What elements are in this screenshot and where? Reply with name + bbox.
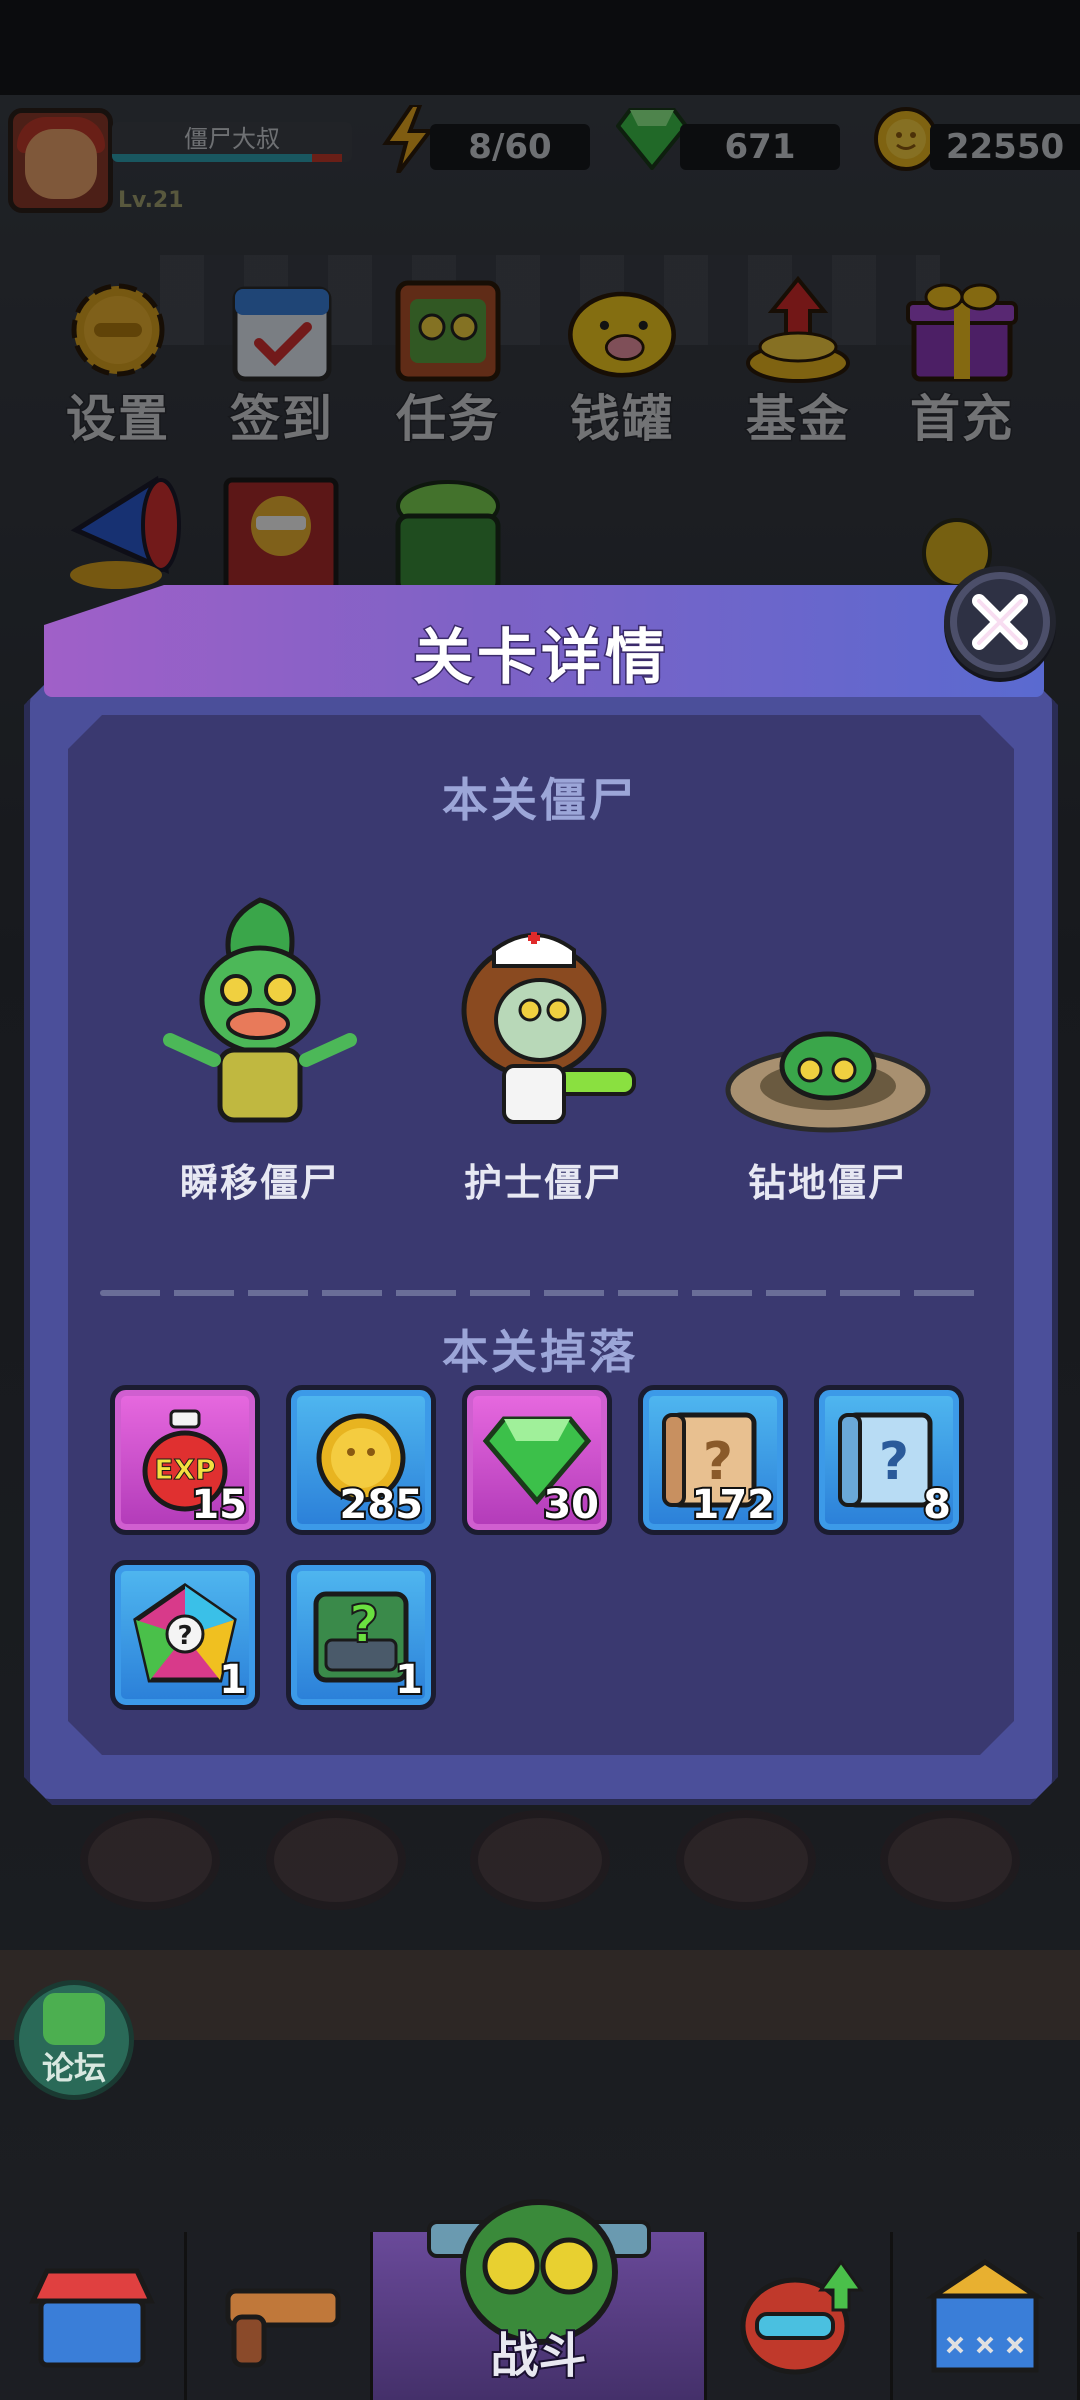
game-screen: 僵尸大叔 Lv.21 8/60 671 22550 设置 签到 任务 钱罐 基金… xyxy=(0,0,1080,2400)
forum-label: 论坛 xyxy=(41,2049,106,2087)
turret-slot xyxy=(470,1810,610,1910)
hero-upgrade-icon xyxy=(740,2259,864,2375)
svg-text:?: ? xyxy=(177,1621,192,1651)
dialog-title: 关卡详情 xyxy=(412,622,669,695)
turret-slot xyxy=(676,1810,816,1910)
svg-text:?: ? xyxy=(879,1432,909,1492)
turret-slot xyxy=(80,1810,220,1910)
drop-quantity: 1 xyxy=(217,1655,249,1705)
zombie-nurse[interactable]: 护士僵尸 xyxy=(424,890,664,1207)
drop-item-gem[interactable]: 30 xyxy=(462,1385,612,1535)
nav-battle[interactable]: 战斗 xyxy=(373,2199,707,2400)
nav-shop[interactable] xyxy=(0,2232,187,2400)
zombie-teleport[interactable]: 瞬移僵尸 xyxy=(140,890,380,1207)
drop-quantity: 15 xyxy=(189,1480,249,1530)
forum-button[interactable]: 论坛 xyxy=(14,1980,134,2100)
bottom-navigation: 战斗 xyxy=(0,2199,1080,2400)
digger-zombie-icon xyxy=(708,890,948,1140)
drop-item-gear-part[interactable]: ? 1 xyxy=(286,1560,436,1710)
drop-item-blue-scroll[interactable]: ? 8 xyxy=(814,1385,964,1535)
teleport-zombie-icon xyxy=(140,890,380,1140)
nav-base[interactable] xyxy=(893,2232,1080,2400)
brick-wall xyxy=(0,1950,1080,2040)
close-button[interactable] xyxy=(944,566,1056,678)
zombie-name: 瞬移僵尸 xyxy=(179,1161,340,1205)
shop-icon xyxy=(28,2268,155,2368)
drop-quantity: 8 xyxy=(921,1480,953,1530)
drop-quantity: 30 xyxy=(541,1480,601,1530)
close-icon xyxy=(957,579,1043,665)
drops-section-title: 本关掉落 xyxy=(442,1325,638,1379)
zombie-name: 护士僵尸 xyxy=(463,1161,624,1205)
drop-item-exp[interactable]: EXP 15 xyxy=(110,1385,260,1535)
section-divider xyxy=(100,1290,980,1296)
zombie-digger[interactable]: 钻地僵尸 xyxy=(708,890,948,1207)
zombie-name: 钻地僵尸 xyxy=(747,1161,908,1205)
svg-text:?: ? xyxy=(349,1595,379,1655)
gun-icon xyxy=(225,2288,341,2368)
nav-weapons[interactable] xyxy=(187,2232,374,2400)
drop-quantity: 285 xyxy=(338,1480,425,1530)
turret-slot xyxy=(880,1810,1020,1910)
nav-hero[interactable] xyxy=(707,2232,894,2400)
drop-quantity: 172 xyxy=(690,1480,777,1530)
drop-item-orange-scroll[interactable]: ? 172 xyxy=(638,1385,788,1535)
turret-slot xyxy=(266,1810,406,1910)
castle-icon xyxy=(925,2258,1045,2373)
zombies-section-title: 本关僵尸 xyxy=(442,773,638,827)
drop-quantity: 1 xyxy=(393,1655,425,1705)
battle-label: 战斗 xyxy=(489,2326,589,2386)
drop-item-rainbow-chip[interactable]: ? 1 xyxy=(110,1560,260,1710)
drop-item-coin[interactable]: 285 xyxy=(286,1385,436,1535)
nurse-zombie-icon xyxy=(424,890,664,1140)
forum-icon xyxy=(43,1993,105,2045)
